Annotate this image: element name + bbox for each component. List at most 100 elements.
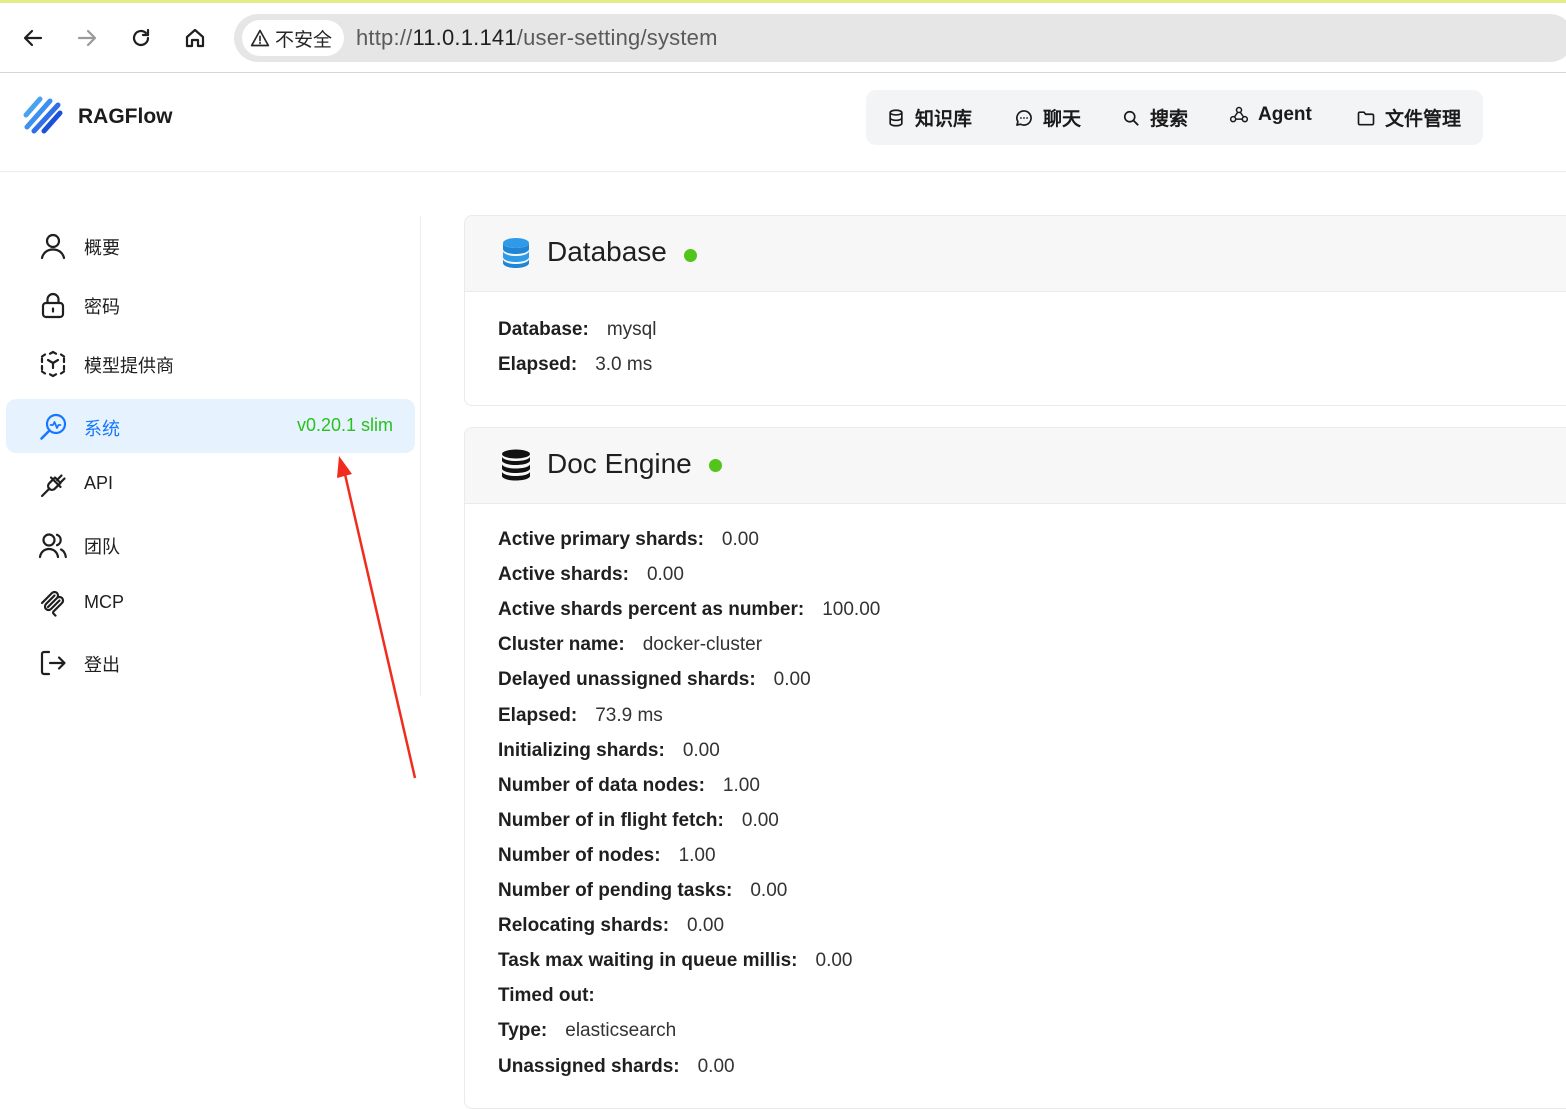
detail-row: Delayed unassigned shards: 0.00 [498,669,811,691]
detail-value: 0.00 [646,564,684,586]
sidebar-item-api[interactable]: API [6,457,415,511]
nav-chat[interactable]: 聊天 [1014,104,1081,131]
sidebar-item-label: 密码 [84,297,120,317]
card-title: Database [547,236,667,267]
detail-key: Active shards percent as number: [498,599,805,621]
home-button[interactable] [180,23,210,53]
sidebar-item-label: 系统 [84,419,120,439]
server-stack-icon [499,448,533,482]
sidebar-item-system[interactable]: 系统 v0.20.1 slim [6,399,415,453]
nav-label: 文件管理 [1385,109,1462,130]
agent-icon [1229,106,1249,123]
chat-icon [1016,109,1032,126]
logout-icon [38,648,68,678]
detail-key: Task max waiting in queue millis: [498,950,798,972]
nav-knowledge-base[interactable]: 知识库 [886,104,972,131]
sidebar-item-mcp[interactable]: MCP [6,576,415,630]
detail-value: elasticsearch [565,1020,677,1042]
detail-row: Active shards: 0.00 [498,564,684,586]
database-icon [499,236,533,270]
security-label: 不安全 [275,29,333,51]
detail-row: Task max waiting in queue millis: 0.00 [498,950,853,972]
detail-key: Database: [498,319,589,340]
folder-icon [1357,110,1375,125]
detail-row: Elapsed: 73.9 ms [498,705,663,727]
top-navigation: 知识库 聊天 搜索 Agent 文件管理 [866,90,1483,145]
detail-key: Number of pending tasks: [498,880,733,901]
address-bar[interactable]: 不安全 http://11.0.1.141/user-setting/syste… [234,14,1566,62]
app-logo[interactable]: RAGFlow [20,91,173,142]
detail-key: Active primary shards: [498,529,704,550]
detail-value: 0.00 [773,669,811,691]
settings-sidebar: 概要 密码 模型提供商 系统 v0.20.1 slim API 团队 MCP 登… [0,216,421,696]
detail-value: docker-cluster [642,634,763,656]
database-icon [889,108,903,127]
detail-row: Number of in flight fetch: 0.00 [498,810,779,832]
plug-icon [38,470,68,500]
detail-key: Unassigned shards: [498,1055,680,1077]
detail-row: Active shards percent as number: 100.00 [498,599,880,621]
nav-agent[interactable]: Agent [1229,104,1312,126]
detail-row: Timed out: [498,985,613,1007]
detail-row: Database: mysql [498,319,656,341]
detail-value: 0.00 [697,1055,735,1077]
app-header: RAGFlow 知识库 聊天 搜索 Agent 文件管理 [0,73,1566,172]
team-icon [38,530,68,560]
status-indicator [709,459,722,472]
status-indicator [684,249,697,262]
nav-search[interactable]: 搜索 [1121,104,1188,131]
detail-row: Initializing shards: 0.00 [498,740,720,762]
lock-icon [38,290,68,320]
database-card: Database Database: mysql Elapsed: 3.0 ms [464,215,1566,406]
detail-row: Number of pending tasks: 0.00 [498,880,787,902]
detail-key: Number of data nodes: [498,774,705,796]
detail-value: 73.9 ms [595,704,663,726]
doc-engine-card: Doc Engine Active primary shards: 0.00 Act… [464,427,1566,1109]
detail-value: 0.00 [682,739,720,761]
sidebar-item-label: 模型提供商 [84,356,174,376]
forward-button[interactable] [72,23,102,53]
back-button[interactable] [18,23,48,53]
sidebar-item-label: 概要 [84,238,120,258]
sidebar-item-password[interactable]: 密码 [6,277,415,331]
arrow-right-icon [77,29,97,47]
detail-value: 0.00 [741,809,779,831]
detail-key: Number of nodes: [498,844,661,866]
detail-key: Number of in flight fetch: [498,809,724,831]
system-icon [38,412,68,442]
detail-value: 1.00 [722,774,760,796]
app-name: RAGFlow [78,104,173,128]
detail-row: Elapsed: 3.0 ms [498,354,652,376]
detail-row: Number of data nodes: 1.00 [498,775,760,797]
doc-engine-card-header: Doc Engine [465,428,1566,504]
detail-key: Delayed unassigned shards: [498,669,756,691]
nav-label: Agent [1258,104,1312,125]
sidebar-item-team[interactable]: 团队 [6,517,415,571]
detail-value: mysql [606,319,657,340]
model-icon [38,349,68,379]
arrow-left-icon [23,29,43,47]
nav-label: 知识库 [915,109,973,130]
sidebar-item-model-providers[interactable]: 模型提供商 [6,336,415,390]
sidebar-item-label: API [84,473,114,493]
url-path: /user-setting/system [516,25,718,50]
sidebar-item-logout[interactable]: 登出 [6,635,415,689]
nav-label: 搜索 [1150,109,1189,130]
detail-key: Type: [498,1020,548,1042]
security-indicator[interactable]: 不安全 [242,20,345,56]
detail-value: 1.00 [678,844,716,866]
home-icon [185,28,205,48]
detail-value: 0.00 [721,529,759,550]
detail-key: Relocating shards: [498,915,670,937]
reload-button[interactable] [126,23,156,53]
search-icon [1123,110,1139,126]
url-text[interactable]: http://11.0.1.141/user-setting/system [356,25,718,51]
detail-key: Active shards: [498,564,629,586]
detail-value: 0.00 [815,950,853,972]
warning-icon [250,29,270,47]
sidebar-item-profile[interactable]: 概要 [6,218,415,272]
browser-toolbar: 不安全 http://11.0.1.141/user-setting/syste… [0,3,1566,73]
nav-file-management[interactable]: 文件管理 [1356,104,1461,131]
nav-label: 聊天 [1043,109,1082,130]
user-icon [38,231,68,261]
